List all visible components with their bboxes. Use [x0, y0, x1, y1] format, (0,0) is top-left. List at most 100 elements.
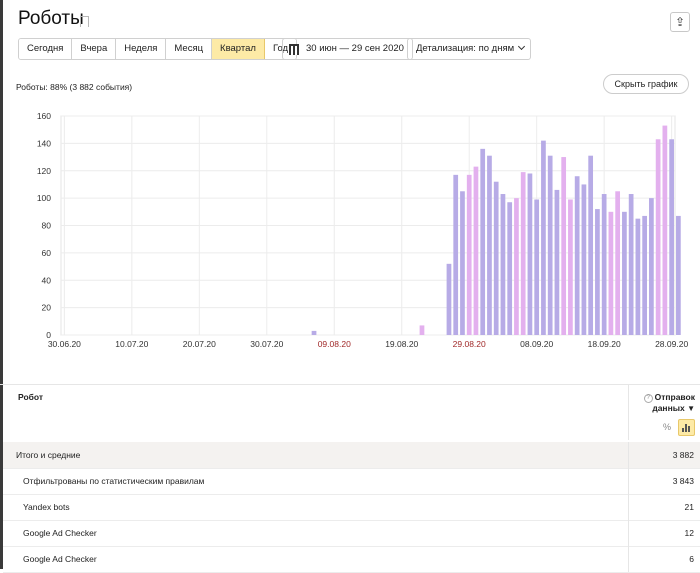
bar-chart-icon-part	[688, 426, 690, 432]
table-row-total[interactable]: Итого и средние 3 882	[3, 442, 700, 469]
bar-view-toggle[interactable]	[678, 419, 695, 436]
row-name: Google Ad Checker	[23, 554, 97, 564]
calendar-icon	[289, 43, 299, 55]
bar	[615, 191, 621, 335]
y-tick-label: 40	[42, 275, 52, 285]
bar	[493, 181, 499, 335]
x-tick-label: 18.09.20	[588, 339, 621, 349]
bar	[595, 209, 600, 335]
bar	[473, 166, 479, 335]
bar-chart: 02040608010012014016030.06.20 10.07.20 20.…	[37, 111, 689, 349]
period-month[interactable]: Месяц	[166, 39, 213, 59]
bar	[480, 148, 486, 335]
row-name: Google Ad Checker	[23, 528, 97, 538]
bar	[655, 139, 661, 335]
period-week[interactable]: Неделя	[116, 39, 167, 59]
row-value: 21	[684, 502, 694, 512]
bar	[507, 202, 513, 335]
date-range-label: 30 июн — 29 сен 2020	[306, 43, 404, 54]
column-divider	[628, 520, 629, 546]
bar	[547, 155, 553, 335]
x-tick-label: 30.07.20	[250, 339, 283, 349]
bar	[554, 189, 560, 335]
bar	[453, 174, 459, 335]
hide-chart-button[interactable]: Скрыть график	[603, 74, 689, 94]
page-title: Роботы	[18, 8, 84, 29]
table-row[interactable]: Google Ad Checker 12	[3, 520, 700, 547]
bar	[487, 155, 492, 335]
row-value: 3 882	[672, 450, 694, 460]
x-tick-label: 28.09.20	[655, 339, 688, 349]
period-quarter[interactable]: Квартал	[212, 39, 265, 59]
y-tick-label: 120	[37, 166, 51, 176]
detail-dropdown[interactable]: Детализация: по дням	[407, 38, 532, 60]
bar	[419, 325, 425, 335]
bar	[622, 211, 627, 335]
bar	[561, 157, 567, 335]
bar	[514, 198, 519, 335]
bar	[520, 172, 526, 335]
bar	[662, 125, 668, 335]
bar-chart-icon-part	[685, 424, 687, 432]
x-tick-label: 10.07.20	[115, 339, 148, 349]
bar	[588, 155, 594, 335]
export-button[interactable]: ⇪	[670, 12, 690, 32]
column-divider	[628, 468, 629, 494]
y-tick-label: 100	[37, 193, 51, 203]
date-range-picker[interactable]: 30 июн — 29 сен 2020	[282, 38, 413, 60]
y-tick-label: 60	[42, 248, 52, 258]
detail-label: Детализация: по дням	[416, 43, 515, 54]
bar	[460, 191, 465, 335]
period-switcher: Сегодня Вчера Неделя Месяц Квартал Год	[18, 38, 298, 60]
x-tick-label: 20.07.20	[183, 339, 216, 349]
bar	[446, 263, 452, 335]
sort-desc-icon[interactable]: ▼	[687, 404, 695, 413]
bar	[311, 330, 317, 335]
row-name: Yandex bots	[23, 502, 70, 512]
column-divider	[628, 546, 629, 572]
row-value: 3 843	[672, 476, 694, 486]
bar	[676, 215, 681, 335]
bar	[534, 199, 540, 335]
column-divider	[628, 494, 629, 520]
share-icon: ⇪	[674, 15, 686, 29]
y-tick-label: 20	[42, 303, 52, 313]
y-tick-label: 80	[42, 221, 52, 231]
y-tick-label: 140	[37, 138, 51, 148]
row-name: Отфильтрованы по статистическим правилам	[23, 476, 205, 486]
bar	[669, 139, 674, 335]
bar	[649, 198, 654, 335]
bar	[628, 194, 634, 335]
chart-summary: Роботы: 88% (3 882 события)	[16, 82, 133, 92]
x-tick-label: 19.08.20	[385, 339, 418, 349]
row-value: 6	[689, 554, 694, 564]
bar	[642, 215, 647, 335]
bar	[500, 194, 506, 335]
x-tick-label: 30.06.20	[48, 339, 81, 349]
table-top-divider	[0, 384, 700, 385]
period-today[interactable]: Сегодня	[19, 39, 73, 59]
bar-chart-icon	[682, 428, 684, 432]
row-value: 12	[684, 528, 694, 538]
table-row[interactable]: Отфильтрованы по статистическим правилам…	[3, 468, 700, 495]
period-yesterday[interactable]: Вчера	[72, 39, 117, 59]
x-tick-label: 09.08.20	[318, 339, 351, 349]
bar	[601, 194, 607, 335]
bar	[608, 211, 614, 335]
x-tick-label: 29.08.20	[453, 339, 486, 349]
help-icon[interactable]: ?	[643, 394, 653, 403]
column-header-robot[interactable]: Робот	[18, 392, 43, 402]
row-name: Итого и средние	[16, 450, 81, 460]
chevron-down-icon	[518, 42, 526, 51]
bookmark-icon[interactable]	[80, 16, 89, 30]
bar	[635, 218, 641, 335]
bar	[581, 184, 587, 335]
bar	[541, 140, 546, 335]
column-divider	[628, 442, 629, 468]
bar	[568, 199, 573, 335]
bar	[574, 176, 580, 335]
y-tick-label: 160	[37, 111, 51, 121]
bar	[466, 174, 472, 335]
table-row[interactable]: Yandex bots 21	[3, 494, 700, 521]
percent-toggle[interactable]: %	[660, 420, 674, 434]
